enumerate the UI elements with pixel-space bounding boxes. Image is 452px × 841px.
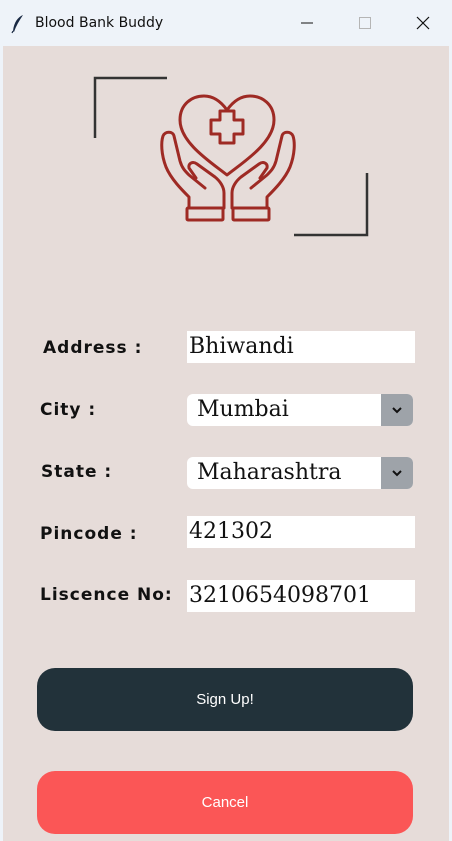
licence-label: Liscence No: — [40, 585, 173, 605]
city-label: City : — [40, 400, 97, 420]
minimize-button[interactable] — [278, 0, 336, 46]
feather-icon — [11, 15, 23, 34]
sign-up-button[interactable]: Sign Up! — [37, 668, 413, 731]
pincode-field[interactable]: 421302 — [187, 516, 415, 548]
state-label: State : — [41, 462, 113, 482]
address-field[interactable]: Bhiwandi — [187, 331, 415, 363]
state-selected-value: Maharashtra — [197, 460, 342, 485]
corner-bracket-bottom-right — [294, 173, 369, 237]
hands-icon — [160, 130, 296, 222]
chevron-down-icon[interactable] — [381, 394, 413, 426]
licence-field[interactable]: 3210654098701 — [187, 580, 415, 612]
state-select[interactable]: Maharashtra — [187, 457, 413, 489]
city-selected-value: Mumbai — [197, 397, 289, 422]
minimize-icon — [301, 22, 313, 24]
address-label: Address : — [43, 338, 143, 358]
cancel-button[interactable]: Cancel — [37, 771, 413, 834]
pincode-label: Pincode : — [40, 524, 138, 544]
close-button[interactable] — [394, 0, 452, 46]
maximize-icon — [359, 17, 371, 29]
close-icon — [416, 16, 430, 30]
medical-cross-icon — [209, 109, 245, 145]
window-title: Blood Bank Buddy — [35, 15, 164, 31]
window-frame-left — [0, 46, 3, 841]
corner-bracket-top-left — [93, 76, 167, 138]
chevron-down-icon[interactable] — [381, 457, 413, 489]
title-bar: Blood Bank Buddy — [0, 0, 452, 46]
maximize-button[interactable] — [336, 0, 394, 46]
blood-bank-logo — [93, 76, 369, 237]
city-select[interactable]: Mumbai — [187, 394, 413, 426]
